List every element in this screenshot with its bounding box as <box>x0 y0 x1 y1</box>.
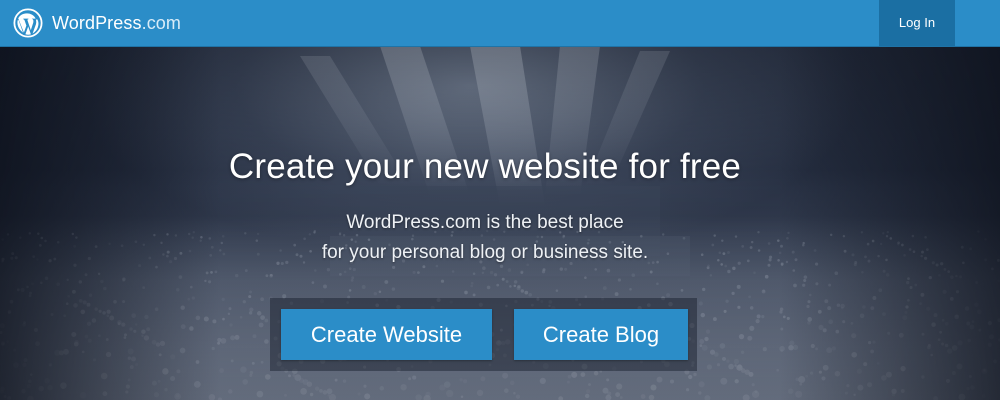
login-button[interactable]: Log In <box>879 0 955 46</box>
wordpress-landing-page: WordPress.com Log In Create your new web… <box>0 0 1000 400</box>
top-navigation-bar: WordPress.com Log In <box>0 0 1000 47</box>
wordpress-logo-icon <box>13 8 43 38</box>
brand-name-suffix: .com <box>141 12 181 33</box>
brand-name: WordPress.com <box>52 13 181 34</box>
hero-headline: Create your new website for free <box>228 147 742 186</box>
create-website-button[interactable]: Create Website <box>281 309 492 360</box>
create-blog-button[interactable]: Create Blog <box>514 309 688 360</box>
hero-subline-1: WordPress.com is the best place <box>346 212 624 233</box>
brand-name-primary: WordPress <box>52 12 142 33</box>
hero-subline-2: for your personal blog or business site. <box>321 242 649 263</box>
brand-home-link[interactable]: WordPress.com <box>13 8 181 38</box>
